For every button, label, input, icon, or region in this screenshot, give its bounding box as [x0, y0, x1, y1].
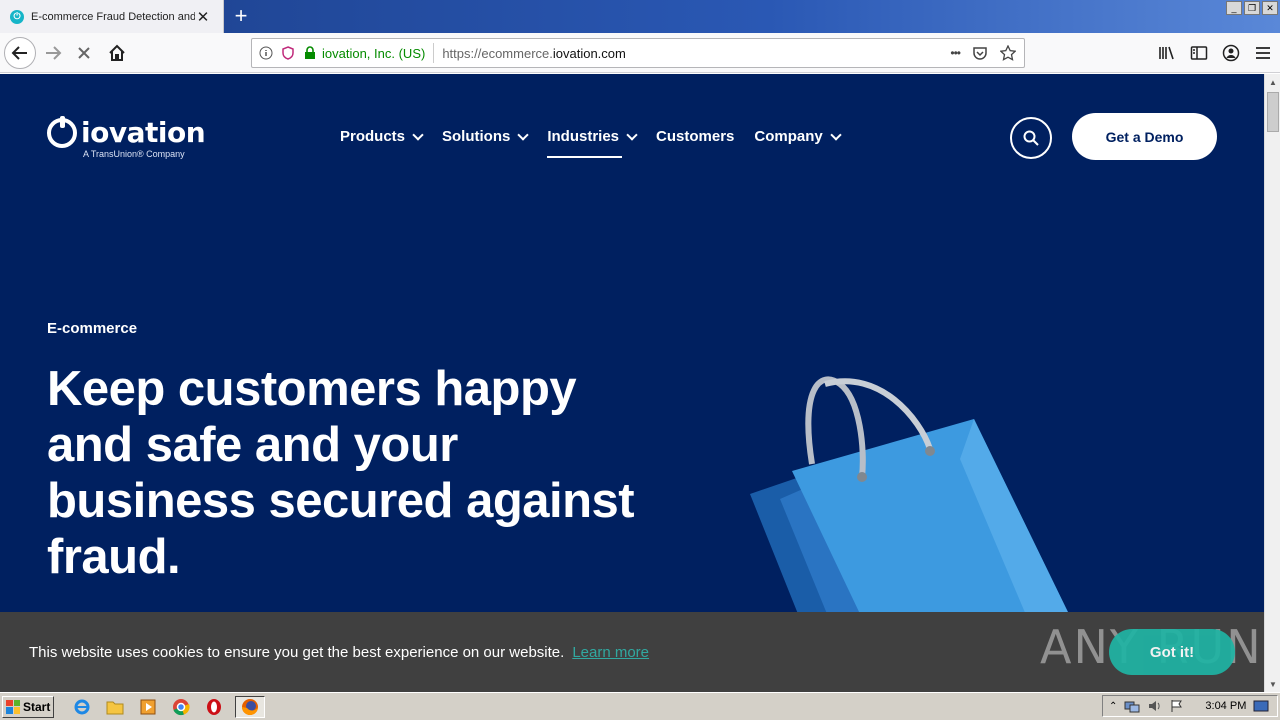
opera-icon[interactable] [202, 696, 226, 718]
system-tray: ⌃ 3:04 PM [1102, 695, 1278, 717]
nav-customers[interactable]: Customers [656, 128, 734, 145]
home-button[interactable] [101, 37, 133, 69]
nav-industries-label: Industries [547, 128, 620, 145]
hero-eyebrow: E-commerce [47, 320, 138, 337]
info-icon[interactable] [258, 45, 274, 61]
tab-title: E-commerce Fraud Detection and I [31, 10, 195, 23]
site-identity[interactable]: iovation, Inc. (US) [322, 46, 425, 61]
back-button[interactable] [4, 37, 36, 69]
new-tab-button[interactable]: + [230, 4, 252, 28]
nav-products-label: Products [340, 128, 406, 145]
action-center-flag-icon[interactable] [1170, 699, 1184, 713]
nav-solutions[interactable]: Solutions [442, 128, 530, 145]
get-a-demo-button[interactable]: Get a Demo [1072, 113, 1217, 160]
tray-expand-icon[interactable]: ⌃ [1109, 701, 1117, 712]
scroll-thumb[interactable] [1267, 92, 1279, 132]
browser-toolbar: iovation, Inc. (US) https://ecommerce.io… [0, 33, 1280, 73]
nav-products[interactable]: Products [340, 128, 424, 145]
file-explorer-icon[interactable] [103, 696, 127, 718]
bookmark-star-icon[interactable] [1000, 45, 1016, 61]
menu-icon[interactable] [1252, 37, 1274, 69]
nav-company[interactable]: Company [754, 128, 842, 145]
stop-button[interactable] [68, 37, 100, 69]
browser-tab-active[interactable]: ⏻ E-commerce Fraud Detection and I ✕ [0, 0, 224, 33]
firefox-taskbar-button[interactable] [235, 695, 265, 718]
nav-company-label: Company [754, 128, 823, 145]
chevron-down-icon [626, 128, 638, 141]
toolbar-right [1156, 37, 1280, 69]
internet-explorer-icon[interactable] [70, 696, 94, 718]
firefox-icon [242, 698, 258, 715]
windows-taskbar: Start ⌃ 3:04 PM [0, 692, 1280, 720]
taskbar-clock[interactable]: 3:04 PM [1205, 700, 1246, 712]
nav-industries[interactable]: Industries [547, 128, 638, 158]
learn-more-link[interactable]: Learn more [572, 644, 649, 661]
account-icon[interactable] [1220, 37, 1242, 69]
site-favicon-icon: ⏻ [10, 9, 24, 24]
scroll-up-icon[interactable]: ▲ [1265, 74, 1280, 90]
windows-logo-icon [6, 699, 20, 714]
url-text[interactable]: https://ecommerce.iovation.com [442, 46, 950, 61]
url-separator [433, 43, 435, 63]
page-scrollbar[interactable]: ▲ ▼ [1264, 74, 1280, 692]
url-domain: iovation.com [552, 45, 626, 61]
forward-button[interactable] [37, 37, 69, 69]
hero-headline: Keep customers happy and safe and your b… [47, 362, 635, 584]
minimize-button[interactable]: _ [1226, 1, 1242, 15]
close-window-button[interactable]: ✕ [1262, 1, 1278, 15]
start-label: Start [23, 699, 51, 714]
tab-close-icon[interactable]: ✕ [195, 8, 211, 26]
page-actions-button[interactable]: ••• [950, 46, 961, 60]
iovation-logo[interactable]: iovation A TransUnion® Company [47, 115, 206, 159]
browser-tab-bar: ⏻ E-commerce Fraud Detection and I ✕ + _… [0, 0, 1280, 33]
nav-solutions-label: Solutions [442, 128, 511, 145]
chevron-down-icon [517, 128, 530, 141]
network-icon[interactable] [1124, 699, 1140, 713]
main-navigation: Products Solutions Industries Customers … [340, 128, 860, 158]
home-icon [109, 44, 125, 61]
chevron-down-icon [830, 128, 842, 141]
sidebar-toggle-icon[interactable] [1188, 37, 1210, 69]
media-player-icon[interactable] [136, 696, 160, 718]
show-desktop-icon[interactable] [1253, 699, 1269, 713]
tracking-shield-icon[interactable] [280, 45, 296, 61]
forward-arrow-icon [46, 46, 62, 60]
chevron-down-icon [412, 128, 424, 141]
volume-icon[interactable] [1147, 699, 1163, 713]
active-nav-underline [547, 156, 623, 158]
power-logo-icon [47, 115, 77, 148]
address-bar[interactable]: iovation, Inc. (US) https://ecommerce.io… [251, 38, 1025, 68]
got-it-button[interactable]: Got it! [1109, 629, 1235, 675]
logo-wordmark: iovation [81, 116, 206, 149]
nav-customers-label: Customers [656, 128, 735, 145]
library-icon[interactable] [1156, 37, 1178, 69]
stop-icon [78, 47, 90, 59]
back-arrow-icon [11, 46, 27, 60]
window-controls: _ ❐ ✕ [1226, 1, 1278, 15]
pocket-icon[interactable] [972, 45, 988, 61]
chrome-icon[interactable] [169, 696, 193, 718]
site-search-button[interactable] [1010, 117, 1052, 159]
start-button[interactable]: Start [2, 695, 54, 718]
lock-icon [302, 45, 318, 61]
cookie-message: This website uses cookies to ensure you … [29, 643, 565, 661]
cookie-banner: This website uses cookies to ensure you … [0, 612, 1264, 692]
restore-button[interactable]: ❐ [1244, 1, 1260, 15]
web-page: iovation A TransUnion® Company Products … [0, 74, 1264, 692]
scroll-down-icon[interactable]: ▼ [1265, 676, 1280, 692]
search-icon [1023, 130, 1039, 146]
logo-tagline: A TransUnion® Company [83, 149, 185, 159]
url-prefix: https://ecommerce. [442, 45, 553, 61]
